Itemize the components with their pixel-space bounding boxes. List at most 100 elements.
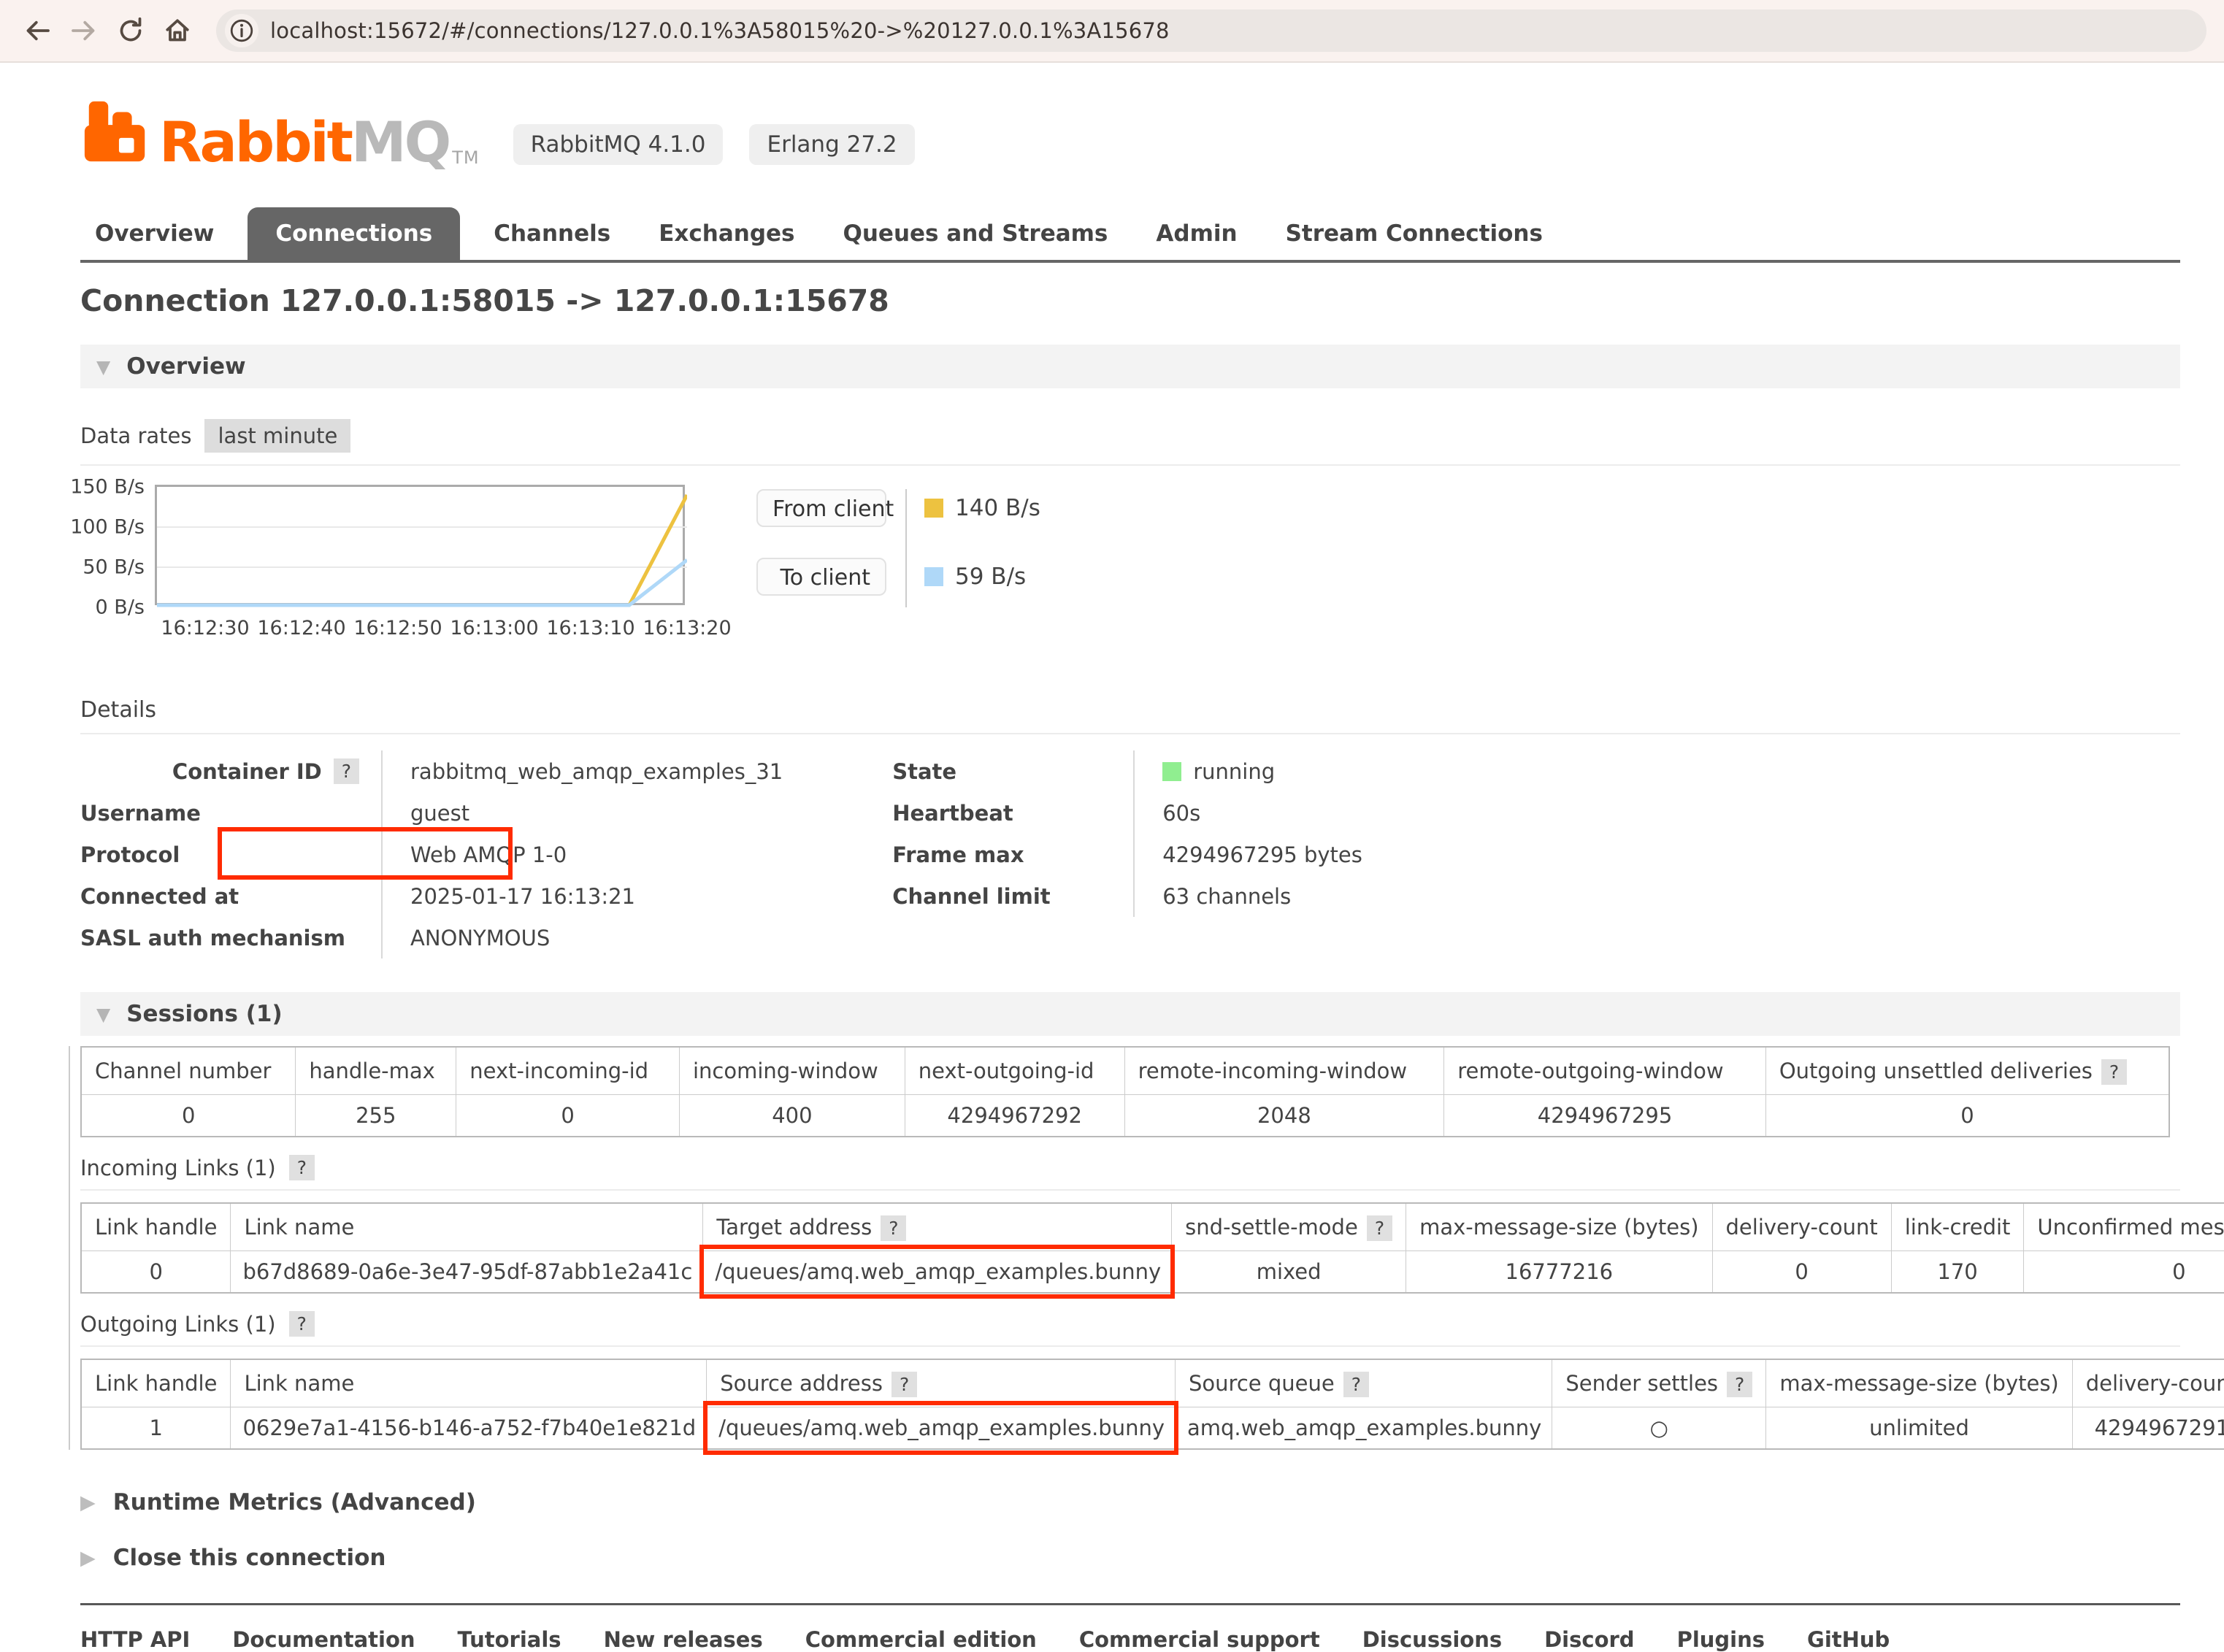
tab-queues-and-streams[interactable]: Queues and Streams — [829, 207, 1123, 260]
y-axis-tick: 0 B/s — [96, 596, 145, 619]
section-overview-header[interactable]: ▼ Overview — [80, 345, 2180, 388]
state-value: running — [1193, 759, 1275, 784]
trademark-label: TM — [452, 147, 479, 168]
browser-toolbar: localhost:15672/#/connections/127.0.0.1%… — [0, 0, 2224, 63]
col-link-credit: link-credit — [1891, 1203, 2024, 1251]
legend-button-from-client[interactable]: From client — [756, 489, 886, 527]
fact-frame-max: Frame max 4294967295 bytes — [892, 834, 1362, 875]
sessions-header-row: Channel number handle-max next-incoming-… — [81, 1047, 2169, 1095]
protocol-value: Web AMQP 1-0 — [383, 842, 567, 867]
help-icon[interactable]: ? — [2101, 1059, 2127, 1085]
chart-y-axis: 150 B/s100 B/s50 B/s0 B/s — [80, 485, 155, 610]
browser-back-button[interactable] — [18, 11, 57, 50]
help-icon[interactable]: ? — [881, 1215, 906, 1241]
url-text[interactable]: localhost:15672/#/connections/127.0.0.1%… — [270, 18, 1170, 43]
channel-limit-value: 63 channels — [1135, 884, 1291, 909]
browser-forward-button[interactable] — [64, 11, 104, 50]
site-info-icon[interactable] — [225, 14, 258, 47]
rabbitmq-management-page: RabbitMQ TM RabbitMQ 4.1.0 Erlang 27.2 O… — [0, 63, 2224, 1652]
tab-overview[interactable]: Overview — [80, 207, 229, 260]
state-running-indicator — [1162, 762, 1181, 781]
footer-link-tutorials[interactable]: Tutorials — [458, 1627, 561, 1652]
cell-handle-max: 255 — [296, 1095, 456, 1137]
tab-stream-connections[interactable]: Stream Connections — [1271, 207, 1557, 260]
section-close-connection[interactable]: ▶ Close this connection — [80, 1545, 2180, 1571]
chart-plot-column: 16:12:3016:12:4016:12:5016:13:0016:13:10… — [155, 485, 689, 645]
help-icon[interactable]: ? — [289, 1311, 315, 1337]
rabbitmq-icon — [80, 95, 153, 168]
connected-at-value: 2025-01-17 16:13:21 — [383, 884, 635, 909]
tab-admin[interactable]: Admin — [1141, 207, 1251, 260]
tab-connections[interactable]: Connections — [248, 207, 460, 260]
from-client-swatch — [924, 499, 943, 518]
rabbitmq-version-badge: RabbitMQ 4.1.0 — [513, 124, 724, 165]
footer-link-discord[interactable]: Discord — [1544, 1627, 1634, 1652]
protocol-label: Protocol — [80, 842, 381, 867]
footer-link-http-api[interactable]: HTTP API — [80, 1627, 190, 1652]
footer-link-discussions[interactable]: Discussions — [1362, 1627, 1502, 1652]
col-next-incoming-id: next-incoming-id — [456, 1047, 680, 1095]
help-icon[interactable]: ? — [1343, 1372, 1369, 1397]
close-connection-title: Close this connection — [113, 1545, 386, 1571]
sasl-auth-label: SASL auth mechanism — [80, 926, 381, 950]
cell-next-incoming-id: 0 — [456, 1095, 680, 1137]
help-icon[interactable]: ? — [289, 1155, 315, 1180]
col-source-address: Source address? — [707, 1359, 1176, 1407]
erlang-version-badge: Erlang 27.2 — [749, 124, 914, 165]
cell-link-handle: 0 — [81, 1251, 231, 1294]
tab-exchanges[interactable]: Exchanges — [644, 207, 809, 260]
info-icon — [229, 18, 254, 43]
col-link-name: Link name — [231, 1359, 707, 1407]
reload-icon — [116, 16, 145, 45]
data-rates-chart: 150 B/s100 B/s50 B/s0 B/s 16:12:3016:12:… — [80, 485, 2180, 645]
col-sender-settles: Sender settles? — [1552, 1359, 1766, 1407]
details-right-column: State running Heartbeat 60s Frame max 42… — [892, 750, 1362, 958]
container-id-value: rabbitmq_web_amqp_examples_31 — [383, 759, 783, 784]
username-value: guest — [383, 801, 469, 826]
help-icon[interactable]: ? — [334, 758, 359, 784]
container-id-label: Container ID — [172, 759, 322, 784]
y-axis-tick: 100 B/s — [70, 516, 145, 539]
x-axis-tick: 16:13:10 — [546, 617, 634, 639]
section-sessions-header[interactable]: ▼ Sessions (1) — [80, 992, 2180, 1036]
page-title: Connection 127.0.0.1:58015 -> 127.0.0.1:… — [80, 283, 2180, 318]
help-icon[interactable]: ? — [891, 1372, 917, 1397]
footer-link-new-releases[interactable]: New releases — [604, 1627, 763, 1652]
incoming-links-heading: Incoming Links (1) ? — [80, 1155, 2180, 1191]
col-link-handle: Link handle — [81, 1359, 231, 1407]
channel-limit-label: Channel limit — [892, 884, 1133, 909]
browser-reload-button[interactable] — [111, 11, 150, 50]
tab-channels[interactable]: Channels — [479, 207, 625, 260]
col-unconfirmed-messages: Unconfirmed messages? — [2024, 1203, 2224, 1251]
help-icon[interactable]: ? — [1727, 1372, 1752, 1397]
footer-link-documentation[interactable]: Documentation — [232, 1627, 415, 1652]
x-axis-tick: 16:12:50 — [353, 617, 442, 639]
details-heading: Details — [80, 697, 2180, 734]
section-sessions-title: Sessions (1) — [126, 1001, 282, 1027]
cell-delivery-count: 0 — [1712, 1251, 1891, 1294]
cell-remote-incoming-window: 2048 — [1124, 1095, 1444, 1137]
footer-link-plugins[interactable]: Plugins — [1677, 1627, 1765, 1652]
outgoing-links-data-row: 1 0629e7a1-4156-b146-a752-f7b40e1e821d /… — [81, 1407, 2224, 1450]
legend-button-to-client[interactable]: To client — [756, 558, 886, 596]
help-icon[interactable]: ? — [1367, 1215, 1392, 1241]
footer-link-commercial-edition[interactable]: Commercial edition — [805, 1627, 1037, 1652]
footer-link-github[interactable]: GitHub — [1807, 1627, 1890, 1652]
frame-max-label: Frame max — [892, 842, 1133, 867]
collapsed-triangle-icon: ▶ — [80, 1491, 96, 1514]
section-runtime-metrics[interactable]: ▶ Runtime Metrics (Advanced) — [80, 1489, 2180, 1515]
cell-incoming-window: 400 — [679, 1095, 905, 1137]
time-window-chip[interactable]: last minute — [204, 419, 350, 453]
col-link-name: Link name — [231, 1203, 703, 1251]
collapse-triangle-icon: ▼ — [96, 1004, 110, 1025]
footer-link-commercial-support[interactable]: Commercial support — [1079, 1627, 1320, 1652]
cell-unconfirmed-messages: 0 — [2024, 1251, 2224, 1294]
fact-channel-limit: Channel limit 63 channels — [892, 875, 1362, 917]
col-delivery-count: delivery-count — [2072, 1359, 2224, 1407]
cell-link-name: 0629e7a1-4156-b146-a752-f7b40e1e821d — [231, 1407, 707, 1450]
y-axis-tick: 50 B/s — [83, 556, 145, 579]
cell-channel-number: 0 — [81, 1095, 296, 1137]
rabbitmq-logo[interactable]: RabbitMQ TM — [80, 95, 480, 168]
browser-home-button[interactable] — [158, 11, 197, 50]
url-bar[interactable]: localhost:15672/#/connections/127.0.0.1%… — [216, 9, 2206, 52]
